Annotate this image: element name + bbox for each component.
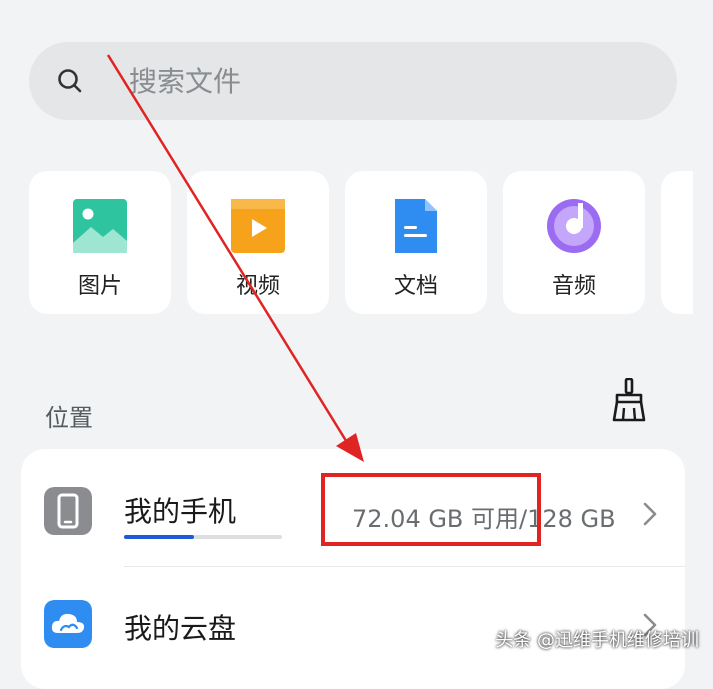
location-label: 我的云盘 [124,612,237,645]
audio-icon [547,199,601,253]
category-more[interactable] [661,171,693,314]
search-icon [58,69,82,93]
category-label: 文档 [393,274,438,299]
category-videos[interactable]: 视频 [187,171,329,314]
category-images[interactable]: 图片 [29,171,171,314]
category-label: 音频 [551,274,596,299]
highlight-box [321,473,541,546]
search-input[interactable] [129,62,629,100]
document-icon [395,199,437,253]
video-icon [231,199,285,253]
image-icon [73,199,127,253]
category-documents[interactable]: 文档 [345,171,487,314]
search-bar[interactable] [29,42,677,120]
location-label: 我的手机 [124,495,237,528]
category-label: 图片 [77,274,122,299]
storage-bar-fill [124,535,194,539]
category-label: 视频 [235,274,280,299]
chevron-right-icon [643,502,657,526]
watermark: 头条 @迅维手机维修培训 [495,630,699,651]
phone-icon [44,487,92,535]
category-audio[interactable]: 音频 [503,171,645,314]
broom-icon[interactable] [612,378,646,422]
category-grid: 图片 视频 文档 音频 [0,171,693,314]
cloud-icon [44,600,92,648]
storage-bar [124,535,282,539]
locations-title: 位置 [45,404,93,432]
